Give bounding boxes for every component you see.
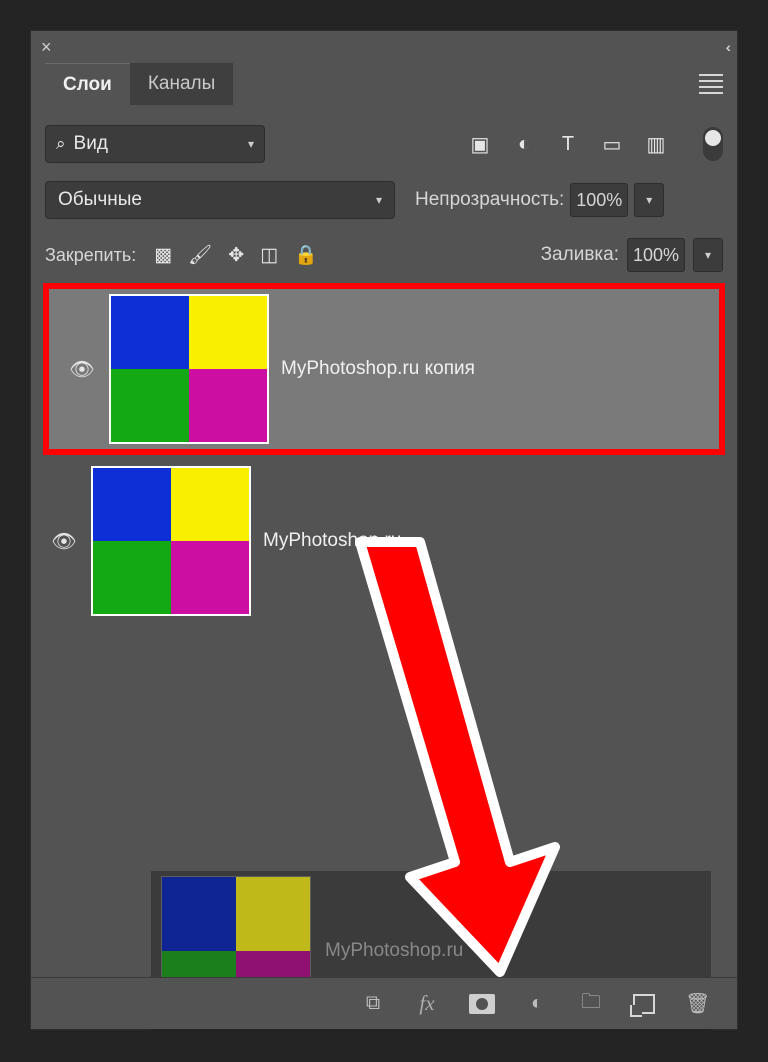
layer-thumbnail[interactable] (109, 294, 269, 444)
fill-value[interactable]: 100% (627, 238, 685, 272)
new-layer-icon[interactable] (633, 994, 655, 1014)
lock-icons: ▩ 🖌 ✥ ◫ 🔒 (154, 243, 318, 267)
smartobject-filter-icon[interactable]: ▥ (645, 133, 667, 155)
fill-control: Заливка: 100% ▾ (541, 238, 723, 272)
layer-row[interactable]: 👁 MyPhotoshop.ru (31, 461, 737, 621)
chevron-down-icon: ▾ (248, 137, 254, 151)
panel-menu-icon[interactable] (699, 74, 723, 94)
tab-channels[interactable]: Каналы (130, 63, 233, 105)
highlight-annotation: 👁 MyPhotoshop.ru копия (43, 283, 725, 455)
layer-fx-icon[interactable]: fx (415, 991, 439, 1016)
layer-mask-icon[interactable] (469, 994, 495, 1014)
link-layers-icon[interactable]: ⧉ (361, 992, 385, 1015)
layers-list: 👁 MyPhotoshop.ru копия 👁 MyPhotoshop.ru (31, 283, 737, 621)
chevron-down-icon: ▾ (376, 193, 382, 207)
fill-chevron[interactable]: ▾ (693, 238, 723, 272)
layer-name[interactable]: MyPhotoshop.ru (263, 530, 401, 552)
search-icon: ⌕ (56, 134, 66, 154)
panel-tabs: Слои Каналы (31, 63, 737, 105)
layer-name[interactable]: MyPhotoshop.ru копия (281, 358, 475, 380)
group-icon[interactable]: 🗀 (579, 987, 603, 1021)
layer-filter-select[interactable]: ⌕ Вид ▾ (45, 125, 265, 163)
filter-label: Вид (74, 133, 240, 155)
blend-row: Обычные ▾ Непрозрачность: 100% ▾ (31, 179, 737, 221)
fill-label: Заливка: (541, 244, 619, 266)
opacity-label: Непрозрачность: (415, 189, 564, 211)
pixel-filter-icon[interactable]: ▣ (469, 133, 491, 155)
lock-label: Закрепить: (45, 245, 136, 266)
layers-bottom-bar: ⧉ fx ◐ 🗀 🗑 (31, 977, 737, 1029)
filter-row: ⌕ Вид ▾ ▣ ◐ T ▭ ▥ (31, 123, 737, 165)
tab-layers[interactable]: Слои (45, 63, 130, 105)
close-icon[interactable]: × (41, 37, 52, 58)
lock-pixels-icon[interactable]: 🖌 (188, 243, 212, 267)
layers-panel: × ‹‹ Слои Каналы ⌕ Вид ▾ ▣ ◐ T ▭ ▥ Обычн… (30, 30, 738, 1030)
lock-position-icon[interactable]: ✥ (228, 244, 244, 267)
layer-thumbnail[interactable] (91, 466, 251, 616)
filter-toggle[interactable] (703, 127, 723, 161)
lock-transparency-icon[interactable]: ▩ (154, 244, 172, 267)
lock-artboard-icon[interactable]: ◫ (260, 244, 278, 267)
lock-all-icon[interactable]: 🔒 (294, 243, 318, 267)
adjustment-filter-icon[interactable]: ◐ (513, 133, 535, 155)
lock-row: Закрепить: ▩ 🖌 ✥ ◫ 🔒 Заливка: 100% ▾ (31, 235, 737, 275)
shape-filter-icon[interactable]: ▭ (601, 133, 623, 155)
adjustment-layer-icon[interactable]: ◐ (525, 992, 549, 1015)
blend-mode-select[interactable]: Обычные ▾ (45, 181, 395, 219)
layer-name: MyPhotoshop.ru (325, 940, 463, 962)
filter-icons: ▣ ◐ T ▭ ▥ (469, 127, 723, 161)
collapse-icon[interactable]: ‹‹ (726, 39, 727, 55)
opacity-value[interactable]: 100% (570, 183, 628, 217)
blend-mode-value: Обычные (58, 189, 142, 211)
trash-icon[interactable]: 🗑 (685, 991, 709, 1016)
opacity-chevron[interactable]: ▾ (634, 183, 664, 217)
visibility-icon[interactable]: 👁 (67, 357, 97, 382)
opacity-control: Непрозрачность: 100% ▾ (415, 183, 664, 217)
layer-row[interactable]: 👁 MyPhotoshop.ru копия (49, 289, 719, 449)
panel-titlebar: × ‹‹ (31, 31, 737, 63)
visibility-icon[interactable]: 👁 (49, 529, 79, 554)
type-filter-icon[interactable]: T (557, 133, 579, 155)
